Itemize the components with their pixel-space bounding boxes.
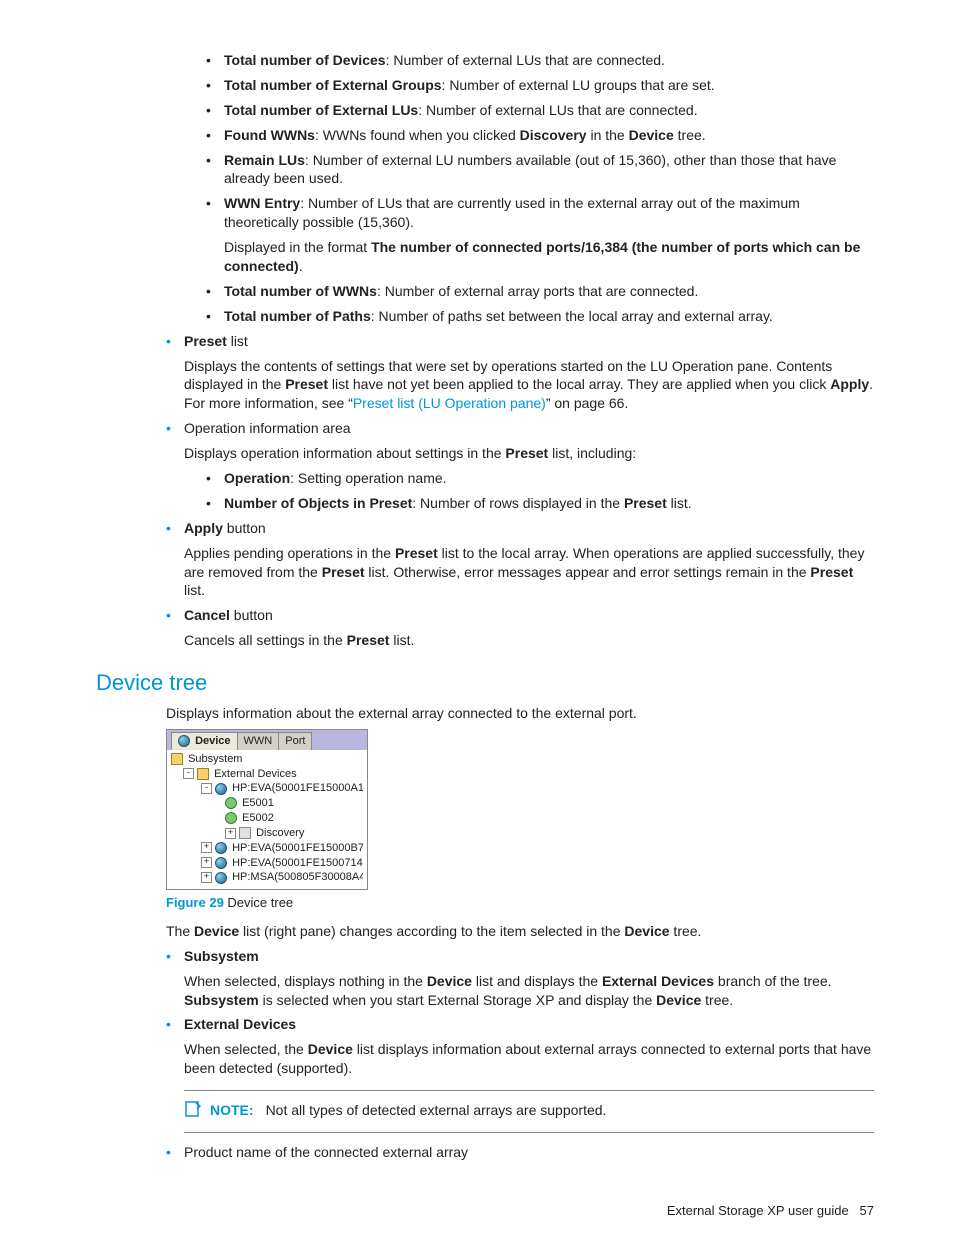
- def-total-ext-lus: Total number of External LUs: Number of …: [206, 101, 874, 120]
- heading-device-tree: Device tree: [96, 668, 874, 698]
- note-text: Not all types of detected external array…: [266, 1101, 607, 1120]
- figure-device-tree: Device WWN Port Subsystem - External Dev…: [166, 729, 368, 891]
- folder-icon: [197, 768, 209, 780]
- def-total-paths: Total number of Paths: Number of paths s…: [206, 307, 874, 326]
- item-subsystem: Subsystem When selected, displays nothin…: [166, 947, 874, 1010]
- page-footer: External Storage XP user guide 57: [96, 1202, 874, 1220]
- collapse-icon[interactable]: -: [201, 783, 212, 794]
- def-remain-lus: Remain LUs: Number of external LU number…: [206, 151, 874, 189]
- tree-node-msa[interactable]: + HP:MSA(500805F30008A4: [171, 870, 363, 885]
- folder-icon: [171, 753, 183, 765]
- def-total-wwns: Total number of WWNs: Number of external…: [206, 282, 874, 301]
- def-wwn-entry: WWN Entry: Number of LUs that are curren…: [206, 194, 874, 276]
- item-preset-list: Preset list Displays the contents of set…: [166, 332, 874, 414]
- figure-caption: Figure 29 Device tree: [166, 894, 874, 912]
- tree-node-external-devices[interactable]: - External Devices: [171, 767, 363, 782]
- def-total-devices: Total number of Devices: Number of exter…: [206, 51, 874, 70]
- disk-icon: [225, 797, 237, 809]
- tab-wwn[interactable]: WWN: [237, 732, 280, 750]
- tree-node-discovery[interactable]: + Discovery: [171, 826, 363, 841]
- search-icon: [239, 827, 251, 839]
- note-block: NOTE: Not all types of detected external…: [184, 1101, 874, 1120]
- link-preset-list[interactable]: Preset list (LU Operation pane): [353, 395, 546, 411]
- disk-icon: [225, 812, 237, 824]
- item-op-info: Operation information area Displays oper…: [166, 419, 874, 513]
- tree-node-e5002[interactable]: E5002: [171, 811, 363, 826]
- tree-node-eva-1[interactable]: - HP:EVA(50001FE15000A1: [171, 781, 363, 796]
- tab-port[interactable]: Port: [278, 732, 312, 750]
- tab-device[interactable]: Device: [171, 732, 238, 750]
- item-external-devices: External Devices When selected, the Devi…: [166, 1015, 874, 1078]
- tree-node-subsystem[interactable]: Subsystem: [171, 752, 363, 767]
- item-product-name: Product name of the connected external a…: [166, 1143, 874, 1162]
- globe-icon: [215, 783, 227, 795]
- expand-icon[interactable]: +: [201, 842, 212, 853]
- note-icon: [184, 1101, 202, 1117]
- note-divider-top: [184, 1090, 874, 1091]
- note-divider-bottom: [184, 1132, 874, 1133]
- globe-icon: [215, 842, 227, 854]
- tree-node-e5001[interactable]: E5001: [171, 796, 363, 811]
- item-apply-button: Apply button Applies pending operations …: [166, 519, 874, 601]
- globe-icon: [178, 735, 190, 747]
- def-total-ext-groups: Total number of External Groups: Number …: [206, 76, 874, 95]
- collapse-icon[interactable]: -: [183, 768, 194, 779]
- item-cancel-button: Cancel button Cancels all settings in th…: [166, 606, 874, 650]
- def-found-wwns: Found WWNs: WWNs found when you clicked …: [206, 126, 874, 145]
- device-list-note: The Device list (right pane) changes acc…: [166, 922, 874, 941]
- expand-icon[interactable]: +: [201, 857, 212, 868]
- device-tree-intro: Displays information about the external …: [166, 704, 874, 723]
- expand-icon[interactable]: +: [201, 872, 212, 883]
- tree-node-eva-2[interactable]: + HP:EVA(50001FE15000B7: [171, 841, 363, 856]
- globe-icon: [215, 857, 227, 869]
- def-num-objects: Number of Objects in Preset: Number of r…: [206, 494, 874, 513]
- note-label: NOTE:: [210, 1101, 254, 1120]
- globe-icon: [215, 872, 227, 884]
- def-operation: Operation: Setting operation name.: [206, 469, 874, 488]
- expand-icon[interactable]: +: [225, 828, 236, 839]
- tree-node-eva-3[interactable]: + HP:EVA(50001FE1500714: [171, 856, 363, 871]
